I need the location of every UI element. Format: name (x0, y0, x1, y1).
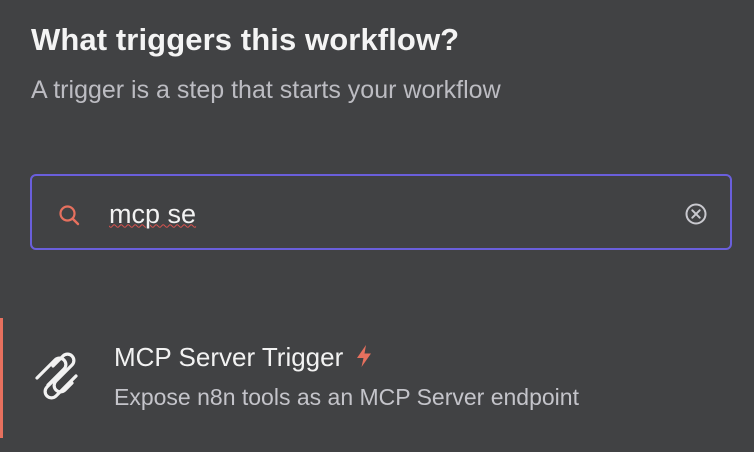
result-item-mcp-server-trigger[interactable]: MCP Server Trigger Expose n8n tools as a… (0, 318, 754, 438)
selection-accent-bar (0, 318, 3, 438)
panel-title: What triggers this workflow? (31, 22, 460, 57)
bolt-icon (357, 345, 372, 367)
search-box[interactable] (30, 174, 732, 250)
search-input[interactable] (109, 194, 669, 234)
mcp-icon (35, 352, 78, 400)
result-description: Expose n8n tools as an MCP Server endpoi… (114, 384, 579, 410)
result-name-text: MCP Server Trigger (114, 342, 344, 372)
result-name: MCP Server Trigger (114, 342, 373, 373)
trigger-picker-panel: What triggers this workflow? A trigger i… (0, 0, 754, 452)
panel-subtitle: A trigger is a step that starts your wor… (31, 76, 501, 104)
clear-icon[interactable] (684, 202, 708, 226)
search-icon (59, 205, 80, 226)
